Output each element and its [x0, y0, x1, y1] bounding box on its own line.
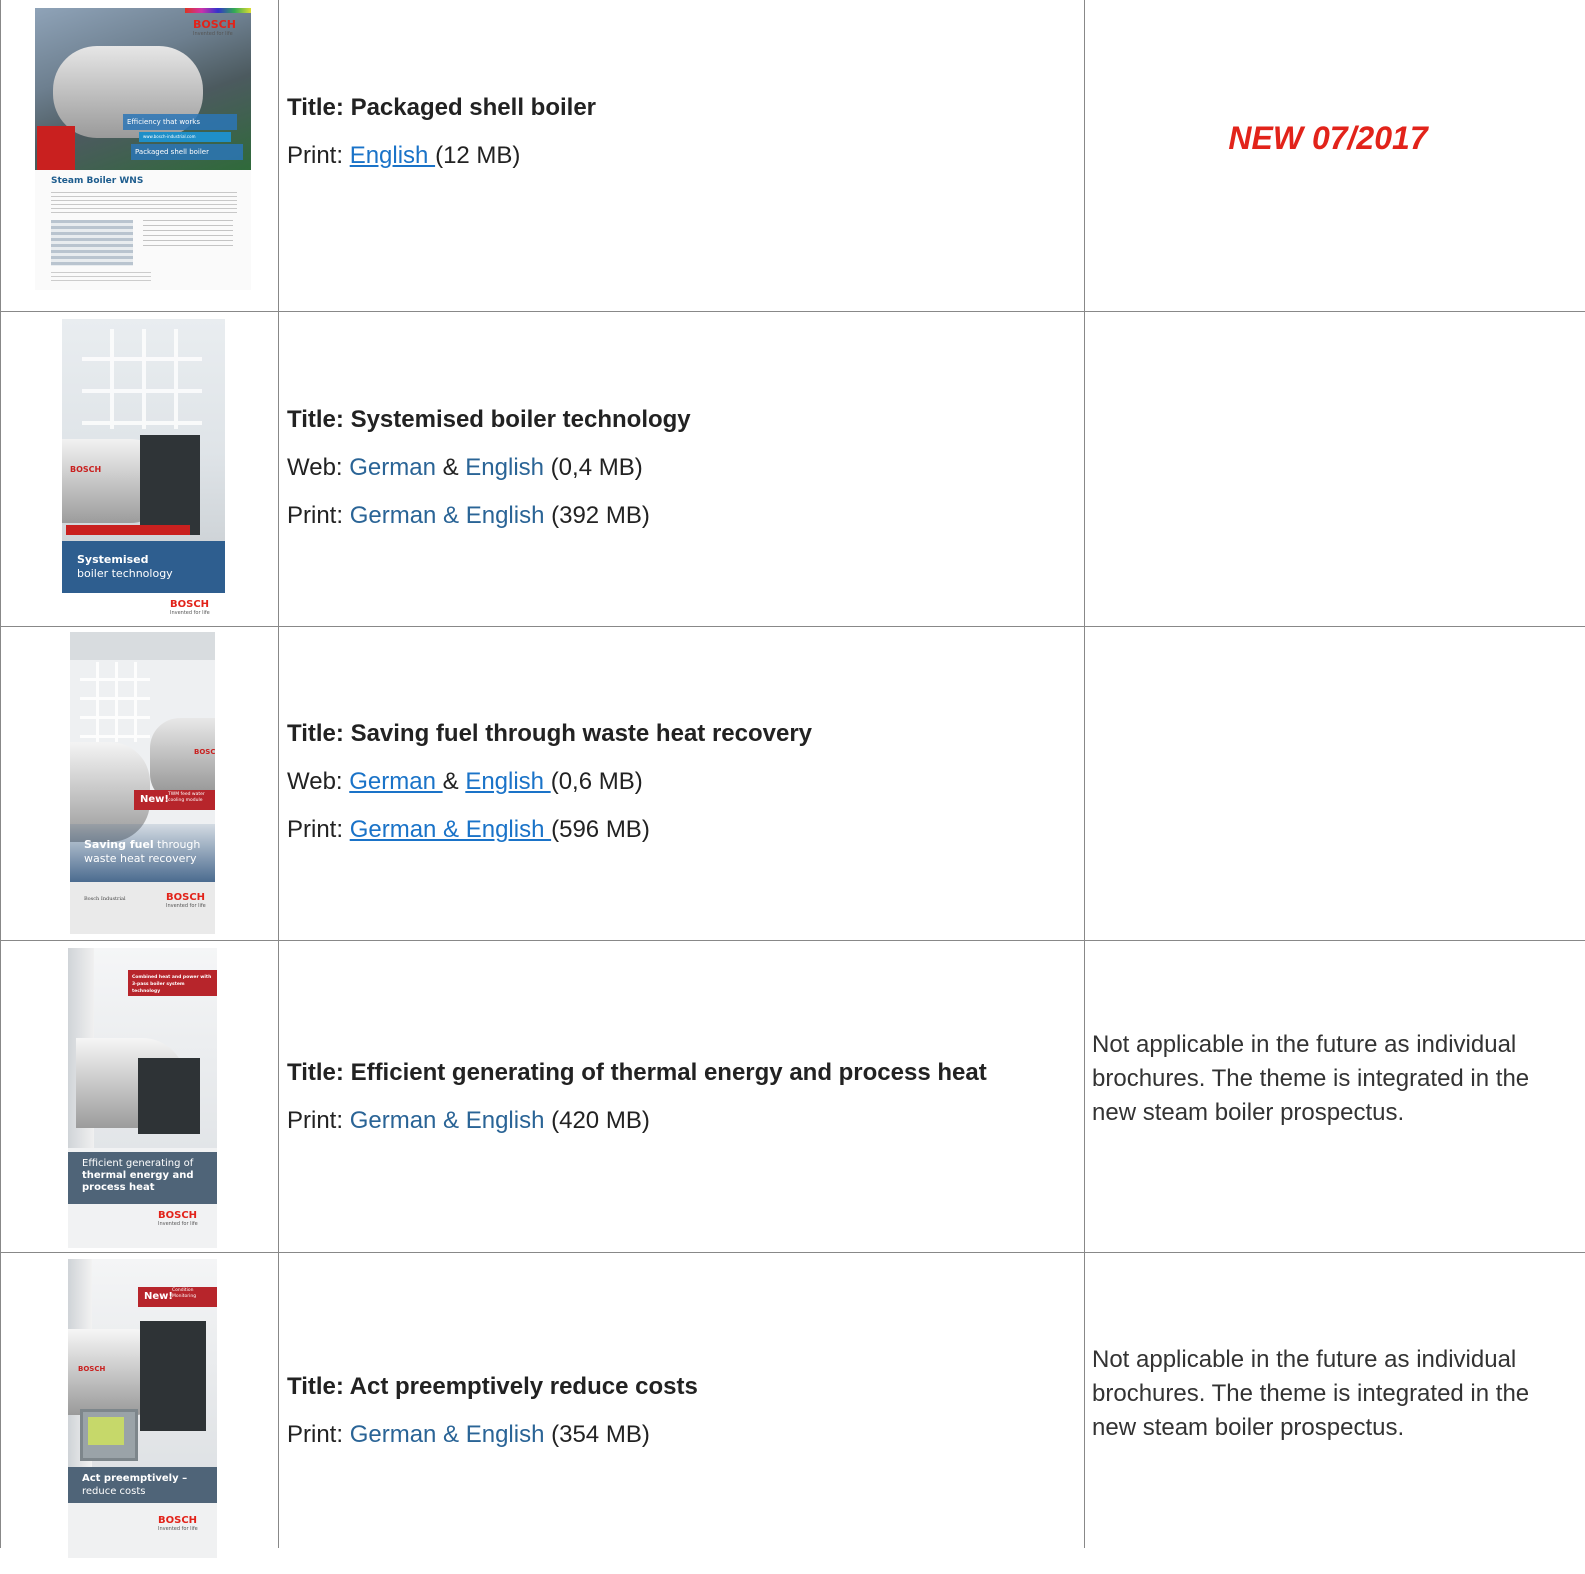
web-german-link[interactable]: German [349, 454, 436, 481]
print-line: Print: English (12 MB) [287, 142, 521, 169]
print-line: Print: German & English (354 MB) [287, 1421, 650, 1448]
new-badge: NEW 07/2017 [1228, 120, 1428, 156]
cover-footer: Bosch Industrial [84, 896, 126, 902]
table-divider-1 [278, 0, 279, 1548]
print-german-english-link[interactable]: German & English [350, 502, 545, 529]
brochure-title: Title: Packaged shell boiler [287, 94, 596, 121]
row-5-description: Title: Act preemptively reduce costs Pri… [287, 1363, 698, 1459]
bosch-logo: BOSCH Invented for life [166, 892, 206, 909]
cover-band-subtitle: boiler technology [77, 567, 173, 580]
new-sublabel: Condition Monitoring [172, 1288, 197, 1299]
table-divider-2 [1084, 0, 1085, 1548]
bosch-logo: BOSCH Invented for life [158, 1515, 198, 1532]
brochure-title: Title: Saving fuel through waste heat re… [287, 720, 813, 747]
boiler-logo: BOSCH [194, 748, 215, 756]
cover-band-2: thermal energy and [82, 1170, 194, 1181]
cover-tag: Combined heat and power with 3-pass boil… [132, 975, 212, 994]
print-german-english-link[interactable]: German & English [350, 816, 551, 843]
print-line: Print: German & English (392 MB) [287, 502, 650, 529]
row-divider-2 [0, 626, 1585, 627]
print-line: Print: German & English (420 MB) [287, 1107, 650, 1134]
cover-overlay-3: Packaged shell boiler [131, 144, 243, 160]
brochure-cover-systemised-boiler: BOSCH Systemised boiler technology BOSCH… [62, 319, 225, 619]
web-english-link[interactable]: English [465, 454, 544, 481]
row-3-description: Title: Saving fuel through waste heat re… [287, 710, 812, 854]
row-5-note: Not applicable in the future as individu… [1092, 1346, 1530, 1441]
row-4-description: Title: Efficient generating of thermal e… [287, 1049, 987, 1145]
row-4-note: Not applicable in the future as individu… [1092, 1031, 1530, 1126]
brochure-cover-act-preemptively: New! Condition Monitoring BOSCH Act pree… [68, 1259, 217, 1558]
row-divider-1 [0, 311, 1585, 312]
bosch-logo: BOSCH Invented for life [158, 1210, 198, 1227]
web-line: Web: German & English (0,4 MB) [287, 454, 643, 481]
brochure-title: Title: Systemised boiler technology [287, 406, 691, 433]
cover-band-1: Act preemptively – [82, 1473, 188, 1484]
row-divider-3 [0, 940, 1585, 941]
new-label: New! [140, 794, 169, 805]
print-german-english-link[interactable]: German & English [350, 1421, 545, 1448]
print-english-link[interactable]: English [350, 142, 435, 169]
boiler-logo: BOSCH [70, 465, 102, 474]
web-german-link[interactable]: German [349, 768, 442, 795]
new-label: New! [144, 1291, 173, 1302]
cover-band-1: Efficient generating of [82, 1158, 194, 1169]
brochure-title: Title: Act preemptively reduce costs [287, 1373, 698, 1400]
brochure-cover-packaged-shell-boiler: BOSCH Invented for life Efficiency that w… [35, 8, 251, 290]
brochure-cover-saving-fuel: BOSCH New! TWM feed water cooling module… [70, 632, 215, 934]
brochure-cover-efficient-generating: Combined heat and power with 3-pass boil… [68, 948, 217, 1248]
cover-overlay-2: www.bosch-industrial.com [139, 132, 231, 142]
print-line: Print: German & English (596 MB) [287, 816, 650, 843]
row-divider-4 [0, 1252, 1585, 1253]
cover-band-title: Systemised [77, 553, 149, 566]
cover-band-3: process heat [82, 1182, 155, 1193]
row-1-description: Title: Packaged shell boiler Print: Engl… [287, 84, 596, 180]
row-2-description: Title: Systemised boiler technology Web:… [287, 396, 691, 540]
web-english-link[interactable]: English [465, 768, 550, 795]
table-border-left [0, 0, 1, 1548]
bosch-logo: BOSCH Invented for life [170, 599, 210, 616]
bosch-logo: BOSCH Invented for life [193, 18, 236, 37]
cover-band-title: Saving fuel through [84, 838, 201, 851]
brochure-title: Title: Efficient generating of thermal e… [287, 1059, 987, 1086]
boiler-logo: BOSCH [78, 1365, 106, 1373]
cover-band-subtitle: waste heat recovery [84, 852, 197, 865]
new-sublabel: TWM feed water cooling module [168, 792, 205, 803]
cover-overlay-1: Efficiency that works [123, 114, 237, 130]
web-line: Web: German & English (0,6 MB) [287, 768, 643, 795]
cover-heading: Steam Boiler WNS [51, 176, 144, 186]
cover-band-2: reduce costs [82, 1486, 146, 1497]
print-german-english-link[interactable]: German & English [350, 1107, 545, 1134]
